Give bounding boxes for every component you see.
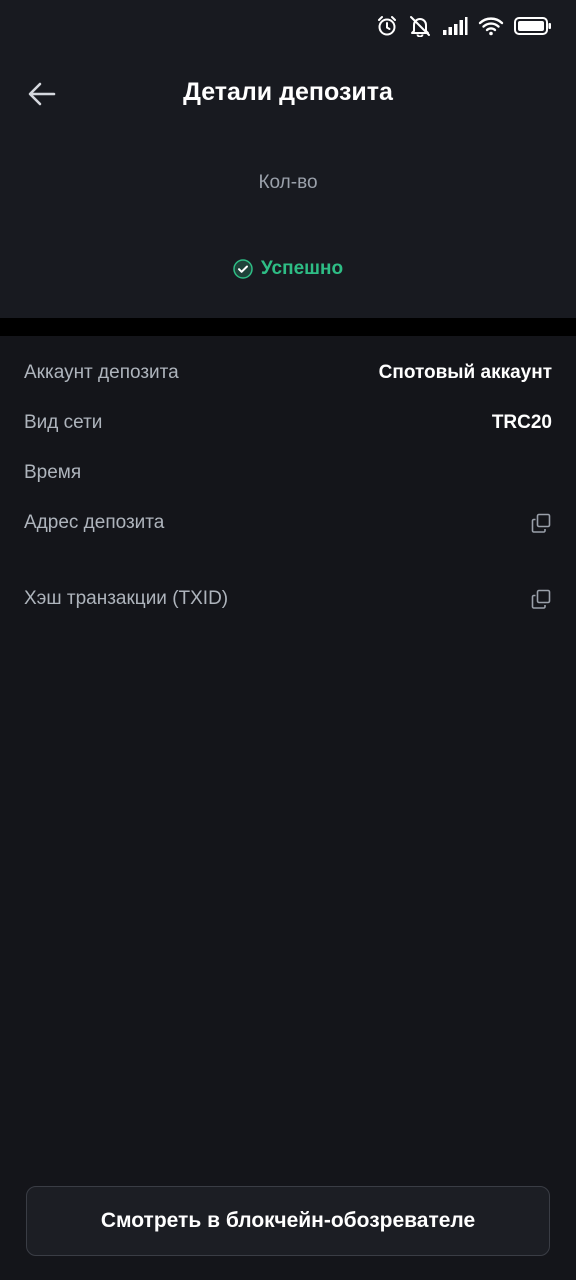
check-circle-icon (233, 259, 253, 279)
time-label: Время (24, 462, 82, 483)
page-title: Детали депозита (183, 78, 393, 106)
detail-row-time: Время (24, 458, 552, 488)
deposit-address-label: Адрес депозита (24, 512, 165, 533)
txid-label: Хэш транзакции (TXID) (24, 588, 229, 609)
copy-txid-button[interactable] (530, 588, 552, 610)
status-text: Успешно (260, 258, 344, 279)
detail-row-txid: Хэш транзакции (TXID) (24, 584, 552, 614)
wifi-icon (478, 17, 504, 36)
deposit-account-label: Аккаунт депозита (24, 362, 179, 383)
view-in-explorer-button[interactable]: Смотреть в блокчейн-обозревателе (26, 1186, 550, 1256)
status-badge: Успешно (0, 258, 576, 280)
deposit-header: Детали депозита Кол-во Успешно (0, 52, 576, 318)
signal-icon (443, 17, 468, 35)
mute-icon (410, 16, 430, 37)
status-icons (376, 14, 552, 38)
detail-row-deposit-account: Аккаунт депозита Спотовый аккаунт (24, 358, 552, 388)
copy-icon (531, 513, 551, 533)
detail-row-network: Вид сети TRC20 (24, 408, 552, 438)
copy-icon (531, 589, 551, 609)
alarm-icon (378, 16, 396, 36)
copy-address-button[interactable] (530, 512, 552, 534)
section-divider (0, 318, 576, 336)
amount-label: Кол-во (258, 172, 318, 193)
network-value: TRC20 (491, 412, 552, 433)
detail-row-deposit-address: Адрес депозита (24, 508, 552, 538)
deposit-account-value: Спотовый аккаунт (378, 362, 552, 383)
battery-icon (514, 17, 551, 35)
status-bar (0, 0, 576, 52)
network-label: Вид сети (24, 412, 103, 433)
